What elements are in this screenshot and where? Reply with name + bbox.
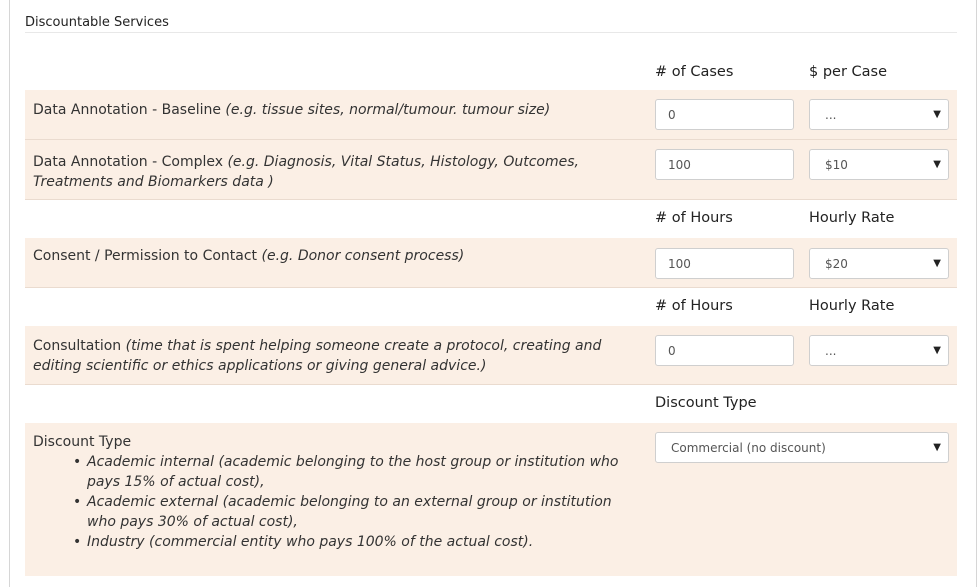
discount-type-select[interactable]: Commercial (no discount) ▼ xyxy=(655,432,949,463)
service-label: Data Annotation - Baseline (e.g. tissue … xyxy=(33,100,643,120)
service-name: Consultation xyxy=(33,338,122,354)
discount-type-row: Discount Type • Academic internal (academ… xyxy=(25,423,957,576)
rate-select[interactable]: ... ▼ xyxy=(809,99,949,130)
caret-down-icon: ▼ xyxy=(933,258,941,269)
service-row-baseline: Data Annotation - Baseline (e.g. tissue … xyxy=(25,90,957,140)
column-header-row: # of Hours Hourly Rate xyxy=(25,288,957,327)
hourly-rate-select[interactable]: ... ▼ xyxy=(809,335,949,366)
cases-input[interactable]: 100 xyxy=(655,149,794,180)
service-label: Consent / Permission to Contact (e.g. Do… xyxy=(33,246,643,266)
column-header-hours: # of Hours xyxy=(655,298,733,314)
column-header-discount-type: Discount Type xyxy=(655,395,757,411)
service-hint: (e.g. Donor consent process) xyxy=(261,248,465,264)
rate-select-value: $10 xyxy=(825,158,848,172)
service-hint: (e.g. tissue sites, normal/tumour. tumou… xyxy=(225,102,551,118)
service-label: Consultation (time that is spent helping… xyxy=(33,336,643,376)
discount-label-block: Discount Type • Academic internal (academ… xyxy=(33,432,643,552)
caret-down-icon: ▼ xyxy=(933,109,941,120)
column-header-hours: # of Hours xyxy=(655,210,733,226)
section-title: Discountable Services xyxy=(25,15,169,30)
rate-select-value: $20 xyxy=(825,257,848,271)
discount-options-list: • Academic internal (academic belonging t… xyxy=(33,452,643,552)
cases-input[interactable]: 0 xyxy=(655,99,794,130)
hours-input[interactable]: 100 xyxy=(655,248,794,279)
list-item: • Academic internal (academic belonging t… xyxy=(73,454,619,490)
column-header-quantity: # of Cases xyxy=(655,64,734,80)
caret-down-icon: ▼ xyxy=(933,345,941,356)
discount-select-value: Commercial (no discount) xyxy=(671,441,826,455)
service-label: Data Annotation - Complex (e.g. Diagnosi… xyxy=(33,152,643,192)
caret-down-icon: ▼ xyxy=(933,159,941,170)
section-divider xyxy=(25,32,957,33)
service-name: Consent / Permission to Contact xyxy=(33,248,258,264)
service-row-consultation: Consultation (time that is spent helping… xyxy=(25,326,957,385)
service-name: Data Annotation - Complex xyxy=(33,154,224,170)
column-header-rate: $ per Case xyxy=(809,64,888,80)
service-row-complex: Data Annotation - Complex (e.g. Diagnosi… xyxy=(25,140,957,200)
discount-label: Discount Type xyxy=(33,434,132,450)
list-item: • Industry (commercial entity who pays 10… xyxy=(73,534,534,550)
bullet-icon: • xyxy=(73,534,82,550)
caret-down-icon: ▼ xyxy=(933,442,941,453)
bullet-icon: • xyxy=(73,494,82,510)
rate-select[interactable]: $10 ▼ xyxy=(809,149,949,180)
column-header-row: Discount Type xyxy=(25,385,957,424)
hourly-rate-select[interactable]: $20 ▼ xyxy=(809,248,949,279)
column-header-hourly-rate: Hourly Rate xyxy=(809,210,895,226)
hours-input[interactable]: 0 xyxy=(655,335,794,366)
bullet-icon: • xyxy=(73,454,82,470)
service-row-consent: Consent / Permission to Contact (e.g. Do… xyxy=(25,238,957,288)
service-name: Data Annotation - Baseline xyxy=(33,102,221,118)
list-item: • Academic external (academic belonging t… xyxy=(73,494,612,530)
column-header-hourly-rate: Hourly Rate xyxy=(809,298,895,314)
rate-select-value: ... xyxy=(825,108,837,122)
column-header-row: # of Hours Hourly Rate xyxy=(25,200,957,239)
rate-select-value: ... xyxy=(825,344,837,358)
